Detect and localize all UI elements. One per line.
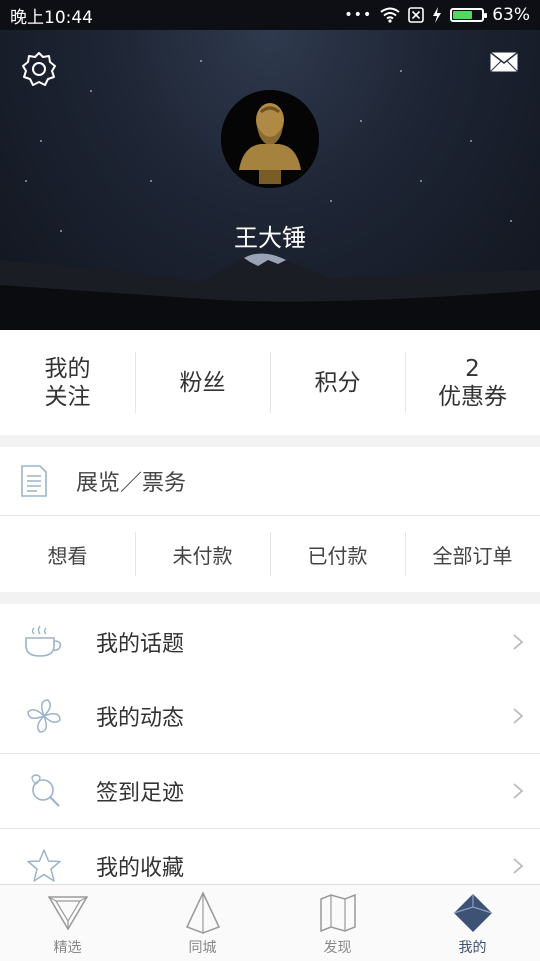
section-divider [0,435,540,447]
profile-header: 王大锤 [0,30,540,330]
pinwheel-icon [22,696,66,736]
menu-label: 签到足迹 [96,781,185,806]
battery-icon [450,8,488,22]
order-all[interactable]: 全部订单 [405,516,540,592]
username: 王大锤 [234,224,306,252]
map-icon [319,893,356,933]
order-paid[interactable]: 已付款 [270,516,405,592]
menu-label: 我的话题 [96,631,185,657]
diamond-icon [453,894,492,932]
section-divider [0,592,540,604]
menu-item-my-topics[interactable]: 我的话题 [0,604,540,679]
mail-icon[interactable] [490,52,518,72]
chevron-right-icon [513,783,524,799]
menu-label: 我的收藏 [96,856,185,881]
location-search-icon [22,771,66,811]
order-status-row: 想看 未付款 已付款 全部订单 [0,516,540,592]
stat-coupons[interactable]: 2 优惠券 [405,330,540,435]
settings-gear-icon[interactable] [20,50,58,88]
tab-label: 我的 [458,940,487,956]
tab-discover[interactable]: 发现 [270,885,405,961]
stat-label: 我的 [44,355,91,382]
chevron-right-icon [513,708,524,724]
stat-label: 关注 [44,383,91,410]
bottom-tab-bar: 精选 同城 发现 我的 [0,884,540,961]
tab-label: 精选 [53,940,82,956]
order-unpaid[interactable]: 未付款 [135,516,270,592]
status-icons: ••• 63% [344,5,530,25]
charging-icon [433,7,442,23]
tab-me[interactable]: 我的 [405,885,540,961]
tab-label: 同城 [188,940,217,956]
status-bar: 晚上10:44 ••• 63% [0,0,540,30]
stats-row: 我的 关注 粉丝 积分 2 优惠券 [0,330,540,435]
tab-local[interactable]: 同城 [135,885,270,961]
stat-label: 优惠券 [438,383,507,410]
menu-label: 我的动态 [96,706,185,731]
tickets-header[interactable]: 展览／票务 [0,447,540,516]
chevron-right-icon [513,633,524,650]
menu-item-my-activity[interactable]: 我的动态 [0,679,540,754]
menu-item-checkin-footprints[interactable]: 签到足迹 [0,754,540,829]
tab-featured[interactable]: 精选 [0,885,135,961]
chevron-right-icon [513,858,524,874]
stat-fans[interactable]: 粉丝 [135,330,270,435]
document-icon [21,465,47,497]
battery-percent: 63% [492,5,530,25]
status-time: 晚上10:44 [10,7,93,28]
order-want-to-see[interactable]: 想看 [0,516,135,592]
stat-label: 积分 [314,369,361,396]
pyramid-icon [185,891,220,934]
tab-label: 发现 [323,940,352,956]
triangle-icon [47,896,88,931]
avatar[interactable] [221,90,319,188]
teacup-icon [22,622,66,662]
more-dots-icon: ••• [344,7,373,23]
bust-statue-image [221,90,319,188]
star-icon [22,846,66,886]
stat-following[interactable]: 我的 关注 [0,330,135,435]
coupon-count: 2 [465,355,480,382]
stat-label: 粉丝 [179,369,226,396]
tickets-title: 展览／票务 [76,471,187,496]
wifi-icon [380,7,400,23]
no-sim-icon [408,7,425,23]
stat-points[interactable]: 积分 [270,330,405,435]
menu-list: 我的话题 我的动态 签到足迹 我的收藏 [0,604,540,904]
